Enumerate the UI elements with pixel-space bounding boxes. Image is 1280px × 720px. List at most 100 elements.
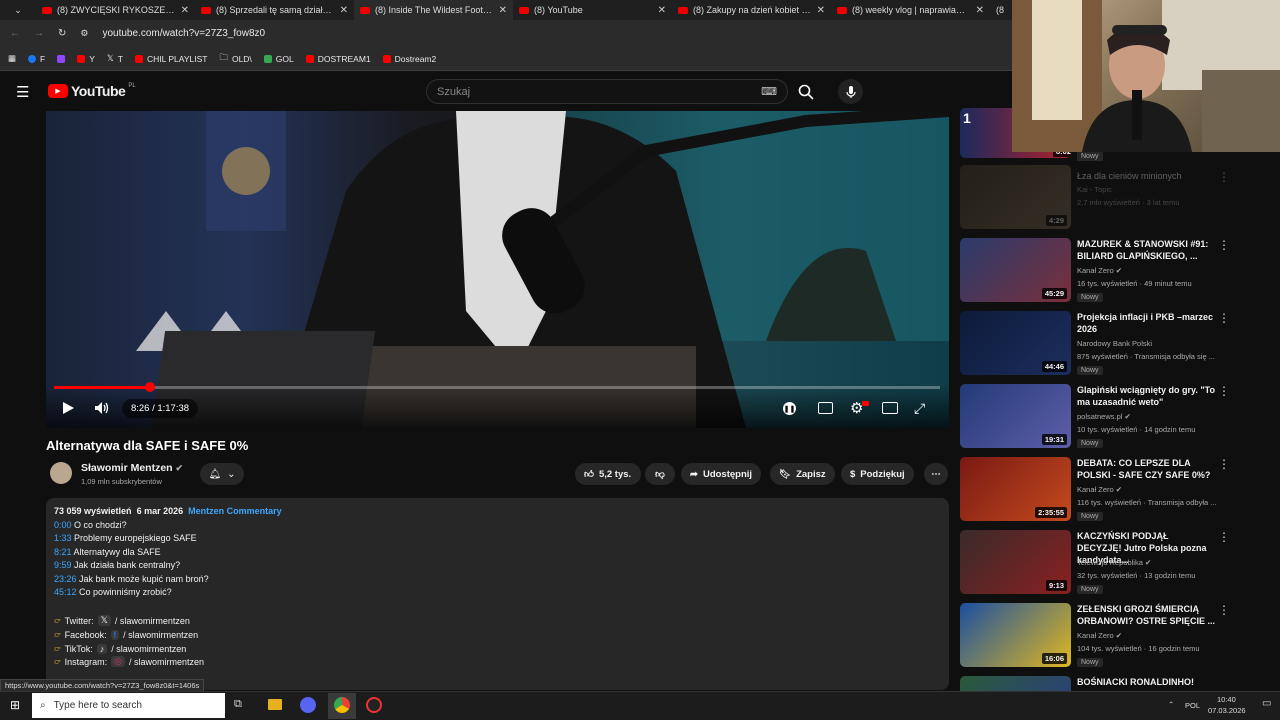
progress-bar[interactable]: [54, 386, 940, 389]
bookmark-item[interactable]: F: [28, 54, 45, 64]
close-icon[interactable]: ✕: [181, 5, 189, 16]
recommended-video[interactable]: 2:35:55 DEBATA: CO LEPSZE DLA POLSKI - S…: [960, 457, 1280, 529]
recommended-video[interactable]: 19:31 Glapiński wciągnięty do gry. "To m…: [960, 384, 1280, 456]
social-link[interactable]: / slawomirmentzen: [129, 657, 204, 667]
close-icon[interactable]: ✕: [499, 5, 507, 16]
subtitles-icon[interactable]: [818, 402, 833, 414]
browser-tab[interactable]: (8) Sprzedali tę samą działkę d ✕: [195, 0, 354, 20]
close-icon[interactable]: ✕: [658, 5, 666, 16]
file-explorer-icon[interactable]: [268, 699, 282, 710]
recommended-video[interactable]: BOŚNIACKI RONALDINHO!: [960, 676, 1280, 691]
bookmark-item[interactable]: [57, 54, 66, 63]
miniplayer-icon[interactable]: [882, 402, 898, 414]
pointing-hand-icon: 👉︎: [54, 643, 61, 653]
tab-search-button[interactable]: ⌄: [0, 0, 36, 20]
youtube-logo[interactable]: ▶ YouTube PL: [48, 83, 136, 99]
notification-bell-button[interactable]: 🔔︎ ⌄: [200, 463, 244, 485]
social-line: 👉︎ Facebook: f / slawomirmentzen: [54, 629, 199, 640]
youtube-icon: [77, 54, 86, 63]
keyboard-icon[interactable]: ⌨: [761, 85, 777, 98]
chapter-timestamp-link[interactable]: 23:26: [54, 574, 77, 584]
task-view-icon[interactable]: ⧉: [234, 698, 242, 711]
windows-start-icon[interactable]: ⊞: [10, 698, 20, 712]
search-input[interactable]: Szukaj ⌨: [426, 79, 788, 104]
hashtag-link[interactable]: Mentzen Commentary: [188, 506, 282, 516]
x-logo-icon: 𝕏: [97, 615, 111, 626]
channel-name[interactable]: Sławomir Mentzen ✔: [81, 462, 183, 474]
search-button[interactable]: [788, 79, 824, 104]
new-badge: Nowy: [1077, 585, 1103, 594]
browser-tab[interactable]: (8) Zakupy na dzień kobiet - Yo ✕: [672, 0, 831, 20]
mute-button[interactable]: [94, 401, 110, 420]
more-vertical-icon[interactable]: ⋮: [1218, 384, 1230, 398]
chapter-timestamp-link[interactable]: 1:33: [54, 533, 72, 543]
notifications-icon[interactable]: ▭: [1262, 698, 1271, 709]
dislike-button[interactable]: 👎︎: [645, 463, 675, 485]
close-icon[interactable]: ✕: [817, 5, 825, 16]
more-vertical-icon[interactable]: ⋮: [1218, 170, 1230, 184]
channel-avatar[interactable]: [50, 462, 72, 484]
more-vertical-icon[interactable]: ⋮: [1218, 238, 1230, 252]
thumbs-up-icon: 👍︎: [584, 469, 594, 480]
chapter-timestamp-link[interactable]: 0:00: [54, 520, 72, 530]
social-link[interactable]: / slawomirmentzen: [123, 630, 198, 640]
like-button[interactable]: 👍︎ 5,2 tys.: [575, 463, 641, 485]
youtube-icon: [305, 54, 314, 63]
search-icon: [798, 84, 814, 100]
chapter-timestamp-link[interactable]: 45:12: [54, 587, 77, 597]
play-button[interactable]: [61, 401, 75, 420]
close-icon[interactable]: ✕: [976, 5, 984, 16]
reload-icon[interactable]: ↻: [58, 28, 66, 39]
save-button[interactable]: 🔖︎ Zapisz: [770, 463, 835, 485]
close-icon[interactable]: ✕: [340, 5, 348, 16]
bookmark-item[interactable]: 𝕏T: [107, 53, 123, 64]
chapter-timestamp-link[interactable]: 9:59: [54, 560, 72, 570]
chapter-line: 23:26 Jak bank może kupić nam broń?: [54, 574, 209, 584]
share-button[interactable]: ➦ Udostępnij: [681, 463, 762, 485]
tiktok-icon: ♪: [96, 643, 108, 654]
more-vertical-icon[interactable]: ⋮: [1218, 457, 1230, 471]
recommended-video[interactable]: 45:29 MAZUREK & STANOWSKI #91: BILIARD G…: [960, 238, 1280, 310]
bookmark-item[interactable]: DOSTREAM1: [305, 54, 371, 64]
social-link[interactable]: / slawomirmentzen: [115, 616, 190, 626]
obs-icon[interactable]: [366, 697, 382, 713]
bookmark-item[interactable]: Y: [77, 54, 95, 64]
forward-arrow-icon[interactable]: →: [34, 28, 44, 39]
thanks-button[interactable]: $ Podziękuj: [841, 463, 914, 485]
more-vertical-icon[interactable]: ⋮: [1218, 311, 1230, 325]
browser-tab[interactable]: (8: [990, 0, 1012, 20]
back-arrow-icon[interactable]: ←: [10, 28, 20, 39]
bookmark-folder[interactable]: 🗀 OLD\: [219, 52, 251, 66]
chevron-up-icon[interactable]: ⌃: [1168, 700, 1174, 709]
recommended-video[interactable]: 9:13 KACZYŃSKI PODJĄŁ DECYZJĘ! Jutro Pol…: [960, 530, 1280, 602]
browser-tab[interactable]: (8) weekly vlog | naprawiam sa ✕: [831, 0, 990, 20]
youtube-icon: [134, 54, 143, 63]
more-actions-button[interactable]: ⋯: [924, 463, 948, 485]
more-vertical-icon[interactable]: ⋮: [1218, 530, 1230, 544]
pointing-hand-icon: 👉︎: [54, 656, 61, 666]
discord-icon[interactable]: [300, 697, 316, 713]
browser-tab[interactable]: (8) ZWYCIĘSKI RYKOSZET W 94.✕: [36, 0, 195, 20]
pause-autoplay-icon[interactable]: ❚❚: [783, 402, 796, 415]
bookmark-item[interactable]: GOL: [263, 54, 294, 64]
browser-tab[interactable]: (8) YouTube ✕: [513, 0, 672, 20]
voice-search-button[interactable]: [838, 79, 863, 104]
chapter-timestamp-link[interactable]: 8:21: [54, 547, 72, 557]
apps-grid-icon[interactable]: ▦: [8, 53, 16, 64]
taskbar-search-input[interactable]: ⌕ Type here to search: [32, 693, 225, 718]
recommended-video[interactable]: 44:46 Projekcja inflacji i PKB –marzec 2…: [960, 311, 1280, 383]
bookmark-item[interactable]: CHIL PLAYLIST: [134, 54, 207, 64]
more-vertical-icon[interactable]: ⋮: [1218, 603, 1230, 617]
chrome-icon[interactable]: [334, 697, 350, 713]
menu-hamburger-icon[interactable]: ☰: [16, 83, 29, 101]
fullscreen-icon[interactable]: ⤢: [914, 400, 925, 417]
bookmark-item[interactable]: Dostream2: [382, 54, 436, 64]
social-link[interactable]: / slawomirmentzen: [111, 644, 186, 654]
site-info-icon[interactable]: ⚙: [80, 28, 88, 39]
progress-scrubber-handle[interactable]: [145, 382, 155, 392]
video-player[interactable]: [46, 111, 949, 428]
url-field[interactable]: youtube.com/watch?v=27Z3_fow8z0: [102, 28, 265, 39]
browser-tab-active[interactable]: (8) Inside The Wildest Football ✕: [354, 0, 513, 20]
recommended-video[interactable]: 4:29 Łza dla cieniów minionych Kai - Top…: [960, 165, 1280, 237]
recommended-video[interactable]: 16:06 ZEŁENSKI GROZI ŚMIERCIĄ ORBANOWI? …: [960, 603, 1280, 675]
